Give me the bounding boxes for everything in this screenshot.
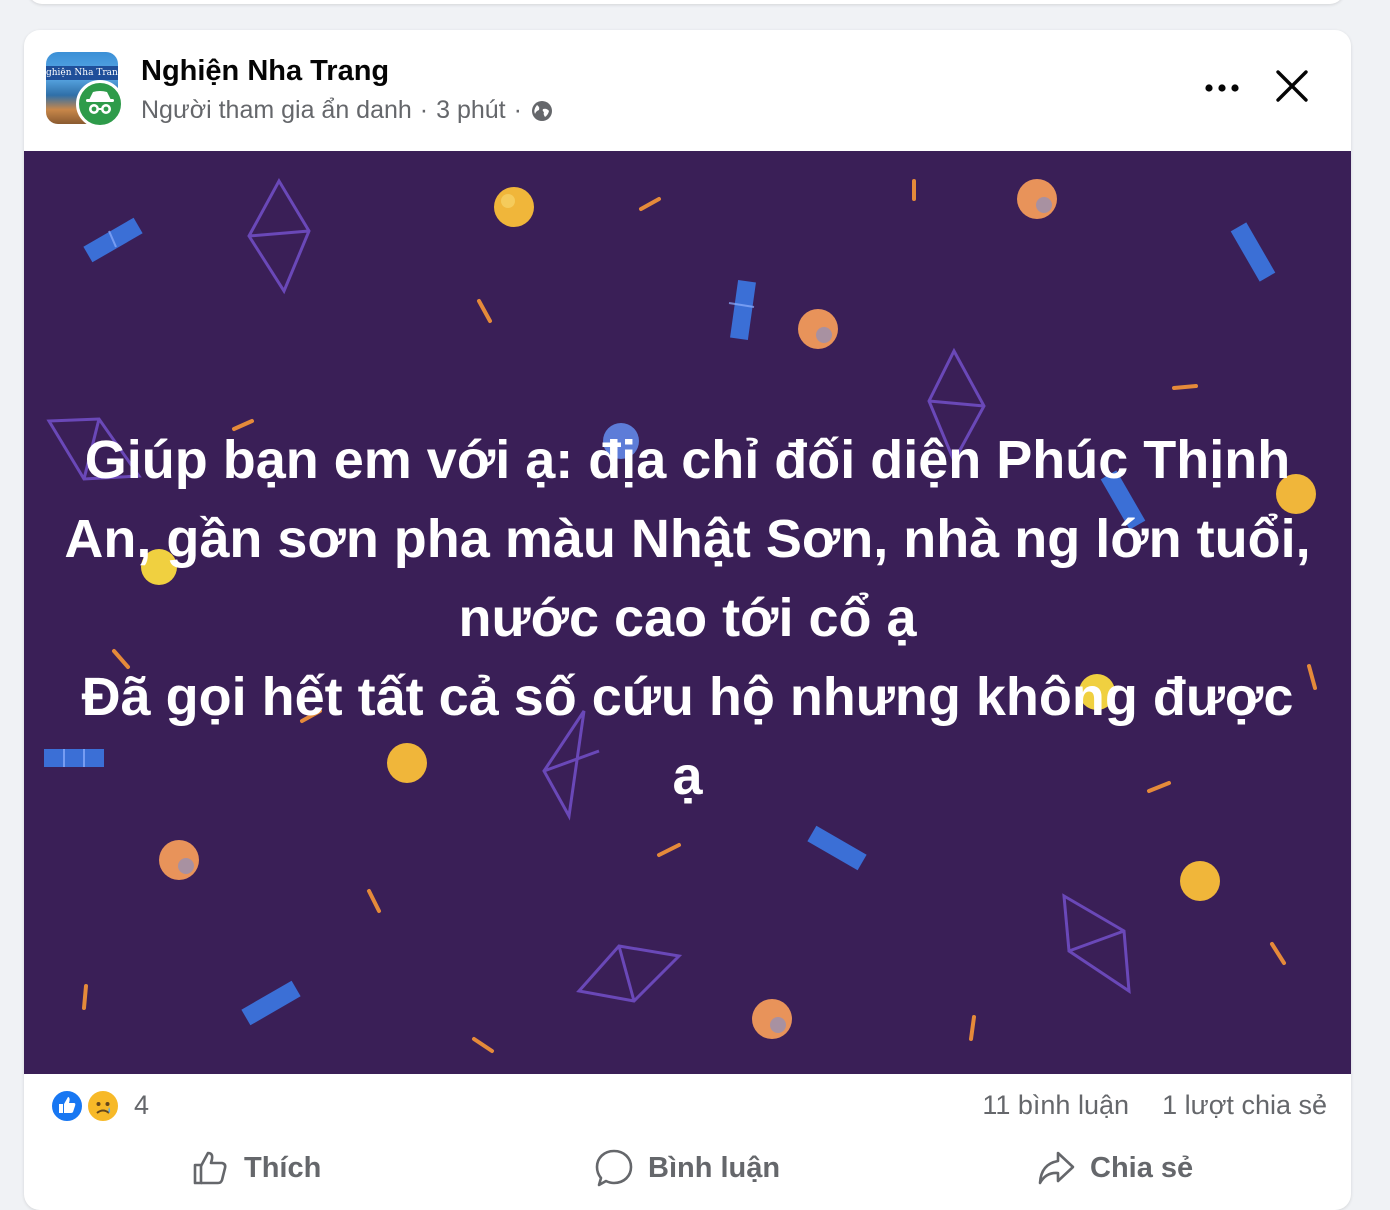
post-background[interactable]: Giúp bạn em với ạ: địa chỉ đối diện Phúc… <box>24 151 1351 1074</box>
like-button-label: Thích <box>244 1151 322 1184</box>
meta-separator: · <box>419 96 429 124</box>
like-reaction-icon[interactable] <box>50 1089 84 1123</box>
close-icon[interactable] <box>1270 64 1314 108</box>
post-stats: 4 11 bình luận 1 lượt chia sẻ <box>24 1074 1351 1144</box>
share-button[interactable]: Chia sẻ <box>1036 1148 1193 1188</box>
share-arrow-icon <box>1038 1151 1075 1185</box>
comment-button-label: Bình luận <box>648 1151 781 1184</box>
globe-icon[interactable] <box>530 99 554 123</box>
previous-post-card-edge <box>28 0 1344 4</box>
post-meta: Người tham gia ẩn danh · 3 phút · <box>141 96 554 125</box>
meta-separator-2: · <box>513 96 522 124</box>
author-name[interactable]: Người tham gia ẩn danh <box>141 96 412 125</box>
post-card: ghiện Nha Trang Nghiện Nha Trang Người t… <box>24 30 1351 1210</box>
post-text: Giúp bạn em với ạ: địa chỉ đối diện Phúc… <box>64 430 1311 806</box>
comments-count-link[interactable]: 11 bình luận <box>982 1090 1129 1121</box>
avatar-banner-text: ghiện Nha Trang <box>46 66 118 80</box>
more-horizontal-icon[interactable] <box>1200 70 1244 106</box>
post-actions: Thích Bình luận Chia sẻ <box>24 1140 1351 1210</box>
shares-count-link[interactable]: 1 lượt chia sẻ <box>1162 1090 1327 1121</box>
post-header: ghiện Nha Trang Nghiện Nha Trang Người t… <box>24 30 1351 151</box>
group-name-link[interactable]: Nghiện Nha Trang <box>141 55 389 88</box>
anonymous-participant-icon <box>76 80 124 128</box>
share-button-label: Chia sẻ <box>1090 1151 1194 1184</box>
sad-reaction-icon[interactable] <box>86 1089 120 1123</box>
reaction-count[interactable]: 4 <box>134 1090 149 1121</box>
thumbs-up-icon <box>193 1151 227 1185</box>
comment-bubble-icon <box>595 1149 633 1187</box>
post-timestamp[interactable]: 3 phút <box>436 96 506 125</box>
like-button[interactable]: Thích <box>190 1148 321 1188</box>
comment-button[interactable]: Bình luận <box>594 1148 780 1188</box>
